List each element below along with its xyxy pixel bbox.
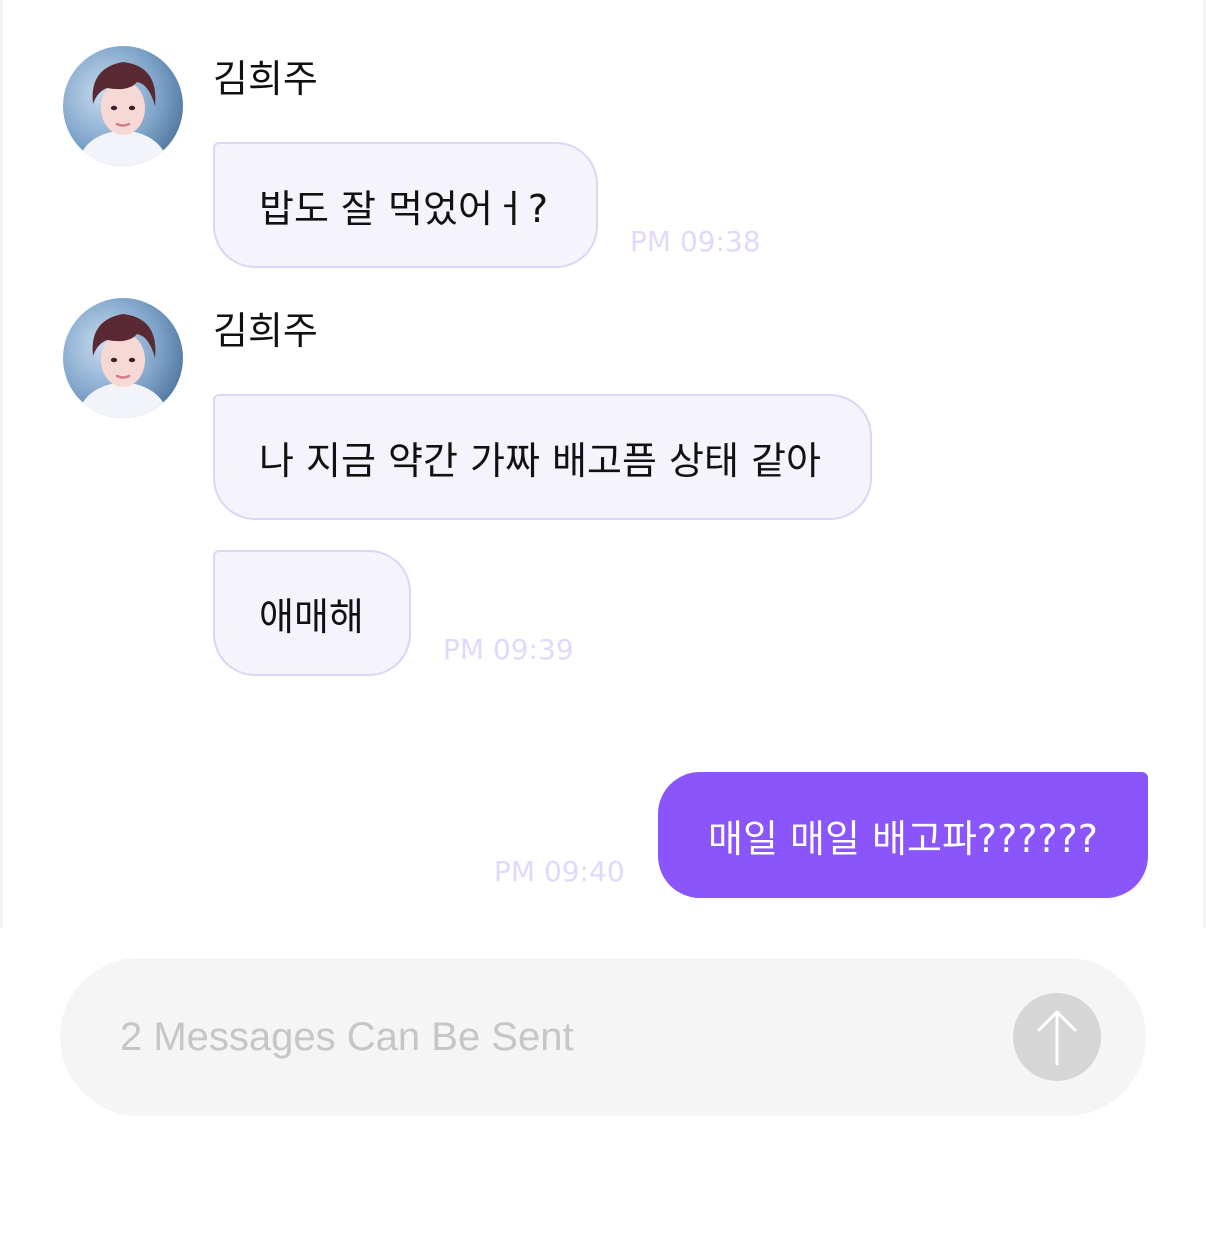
message-text: 매일 매일 배고파?????? bbox=[708, 816, 1098, 861]
message-bubble-incoming[interactable]: 나 지금 약간 가짜 배고픔 상태 같아 bbox=[213, 394, 872, 520]
message-timestamp: PM 09:39 bbox=[443, 633, 574, 666]
sender-name: 김희주 bbox=[213, 309, 318, 353]
message-timestamp: PM 09:40 bbox=[494, 855, 625, 888]
message-bubble-incoming[interactable]: 밥도 잘 먹었어ㅓ? bbox=[213, 142, 598, 268]
message-composer bbox=[60, 958, 1146, 1116]
sender-avatar[interactable] bbox=[63, 298, 183, 418]
message-input[interactable] bbox=[120, 1008, 1000, 1066]
message-bubble-outgoing[interactable]: 매일 매일 배고파?????? bbox=[658, 772, 1148, 898]
chat-screen: 김희주 밥도 잘 먹었어ㅓ? PM 09:38 김희주 나 지금 약간 가짜 배… bbox=[0, 0, 1206, 1249]
arrow-up-icon bbox=[1037, 1010, 1077, 1066]
message-bubble-incoming[interactable]: 애매해 bbox=[213, 550, 411, 676]
message-list[interactable]: 김희주 밥도 잘 먹었어ㅓ? PM 09:38 김희주 나 지금 약간 가짜 배… bbox=[0, 0, 1206, 928]
message-text: 밥도 잘 먹었어ㅓ? bbox=[259, 186, 549, 231]
message-timestamp: PM 09:38 bbox=[630, 225, 761, 258]
message-text: 애매해 bbox=[259, 594, 364, 639]
sender-avatar[interactable] bbox=[63, 46, 183, 166]
send-button[interactable] bbox=[1013, 993, 1101, 1081]
sender-name: 김희주 bbox=[213, 57, 318, 101]
message-text: 나 지금 약간 가짜 배고픔 상태 같아 bbox=[259, 438, 821, 483]
avatar-photo-icon bbox=[63, 298, 183, 418]
avatar-photo-icon bbox=[63, 46, 183, 166]
